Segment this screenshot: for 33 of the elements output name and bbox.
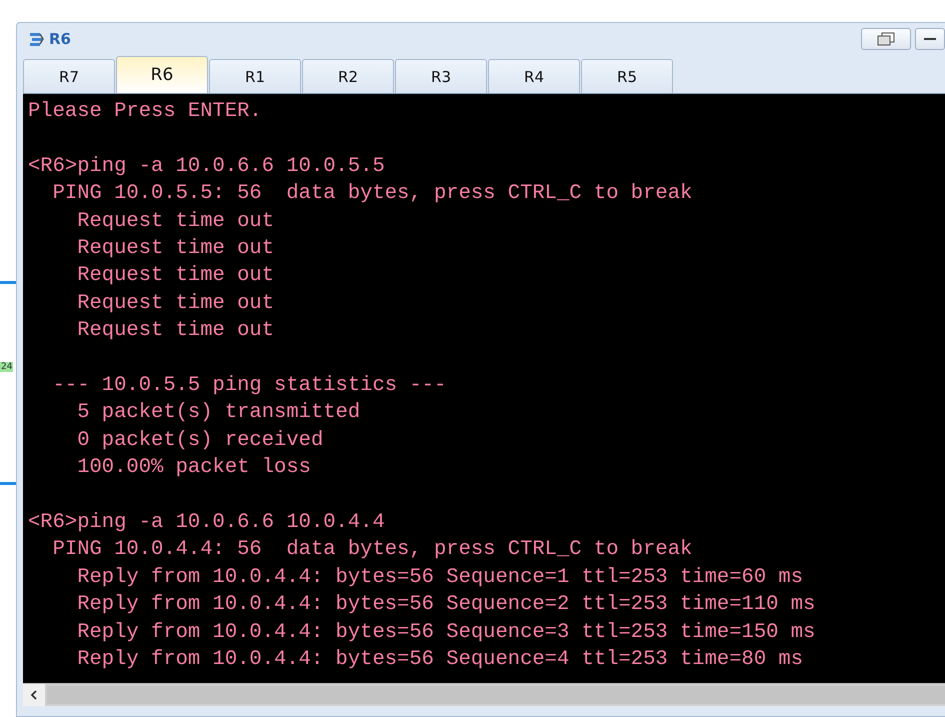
terminal-line: Request time out [76, 290, 274, 317]
link-label: 24 [0, 362, 14, 372]
tab[interactable]: R5 [581, 59, 673, 93]
terminal-line: PING 10.0.4.4: 56 data bytes, press CTRL_C to break [52, 537, 692, 564]
terminal-line: Request time out [76, 236, 274, 262]
terminal-line: 0 packet(s) received [76, 428, 324, 454]
terminal-line: Request time out [76, 318, 274, 344]
minimize-button[interactable] [915, 28, 945, 50]
scroll-left-icon[interactable] [23, 684, 45, 706]
tab[interactable]: R6 [116, 56, 208, 93]
terminal-line: PING 10.0.5.5: 56 data bytes, press CTRL_C to break [52, 181, 692, 208]
terminal-line: Request time out [76, 263, 274, 290]
horizontal-scrollbar[interactable] [23, 683, 945, 706]
terminal-line: Reply from 10.0.4.4: bytes=56 Sequence=3 ttl=253 time=150 ms [76, 620, 816, 646]
tab[interactable]: R3 [395, 59, 487, 93]
terminal-line: <R6>ping -a 10.0.6.6 10.0.5.5 [28, 154, 385, 180]
window-title: R6 [49, 30, 71, 48]
terminal-line: 5 packet(s) transmitted [76, 400, 360, 426]
tab[interactable]: R1 [209, 59, 301, 93]
terminal-line: Reply from 10.0.4.4: bytes=56 Sequence=4 ttl=253 time=80 ms [76, 647, 804, 674]
terminal-line: <R6>ping -a 10.0.6.6 10.0.4.4 [28, 510, 385, 536]
tab[interactable]: R7 [23, 59, 115, 93]
minimize-icon [924, 37, 936, 41]
terminal-line: 100.00% packet loss [76, 455, 311, 482]
terminal-line: Request time out [76, 208, 274, 235]
restore-icon [876, 32, 896, 46]
terminal-line: Reply from 10.0.4.4: bytes=56 Sequence=2 ttl=253 time=110 ms [76, 592, 816, 618]
restore-button[interactable] [861, 28, 911, 50]
terminal-line: Reply from 10.0.4.4: bytes=56 Sequence=1 ttl=253 time=60 ms [76, 564, 804, 591]
terminal-line: Please Press ENTER. [28, 99, 262, 125]
tab[interactable]: R4 [488, 59, 580, 93]
tab[interactable]: R2 [302, 59, 394, 93]
terminal-line: --- 10.0.5.5 ping statistics --- [52, 373, 446, 400]
